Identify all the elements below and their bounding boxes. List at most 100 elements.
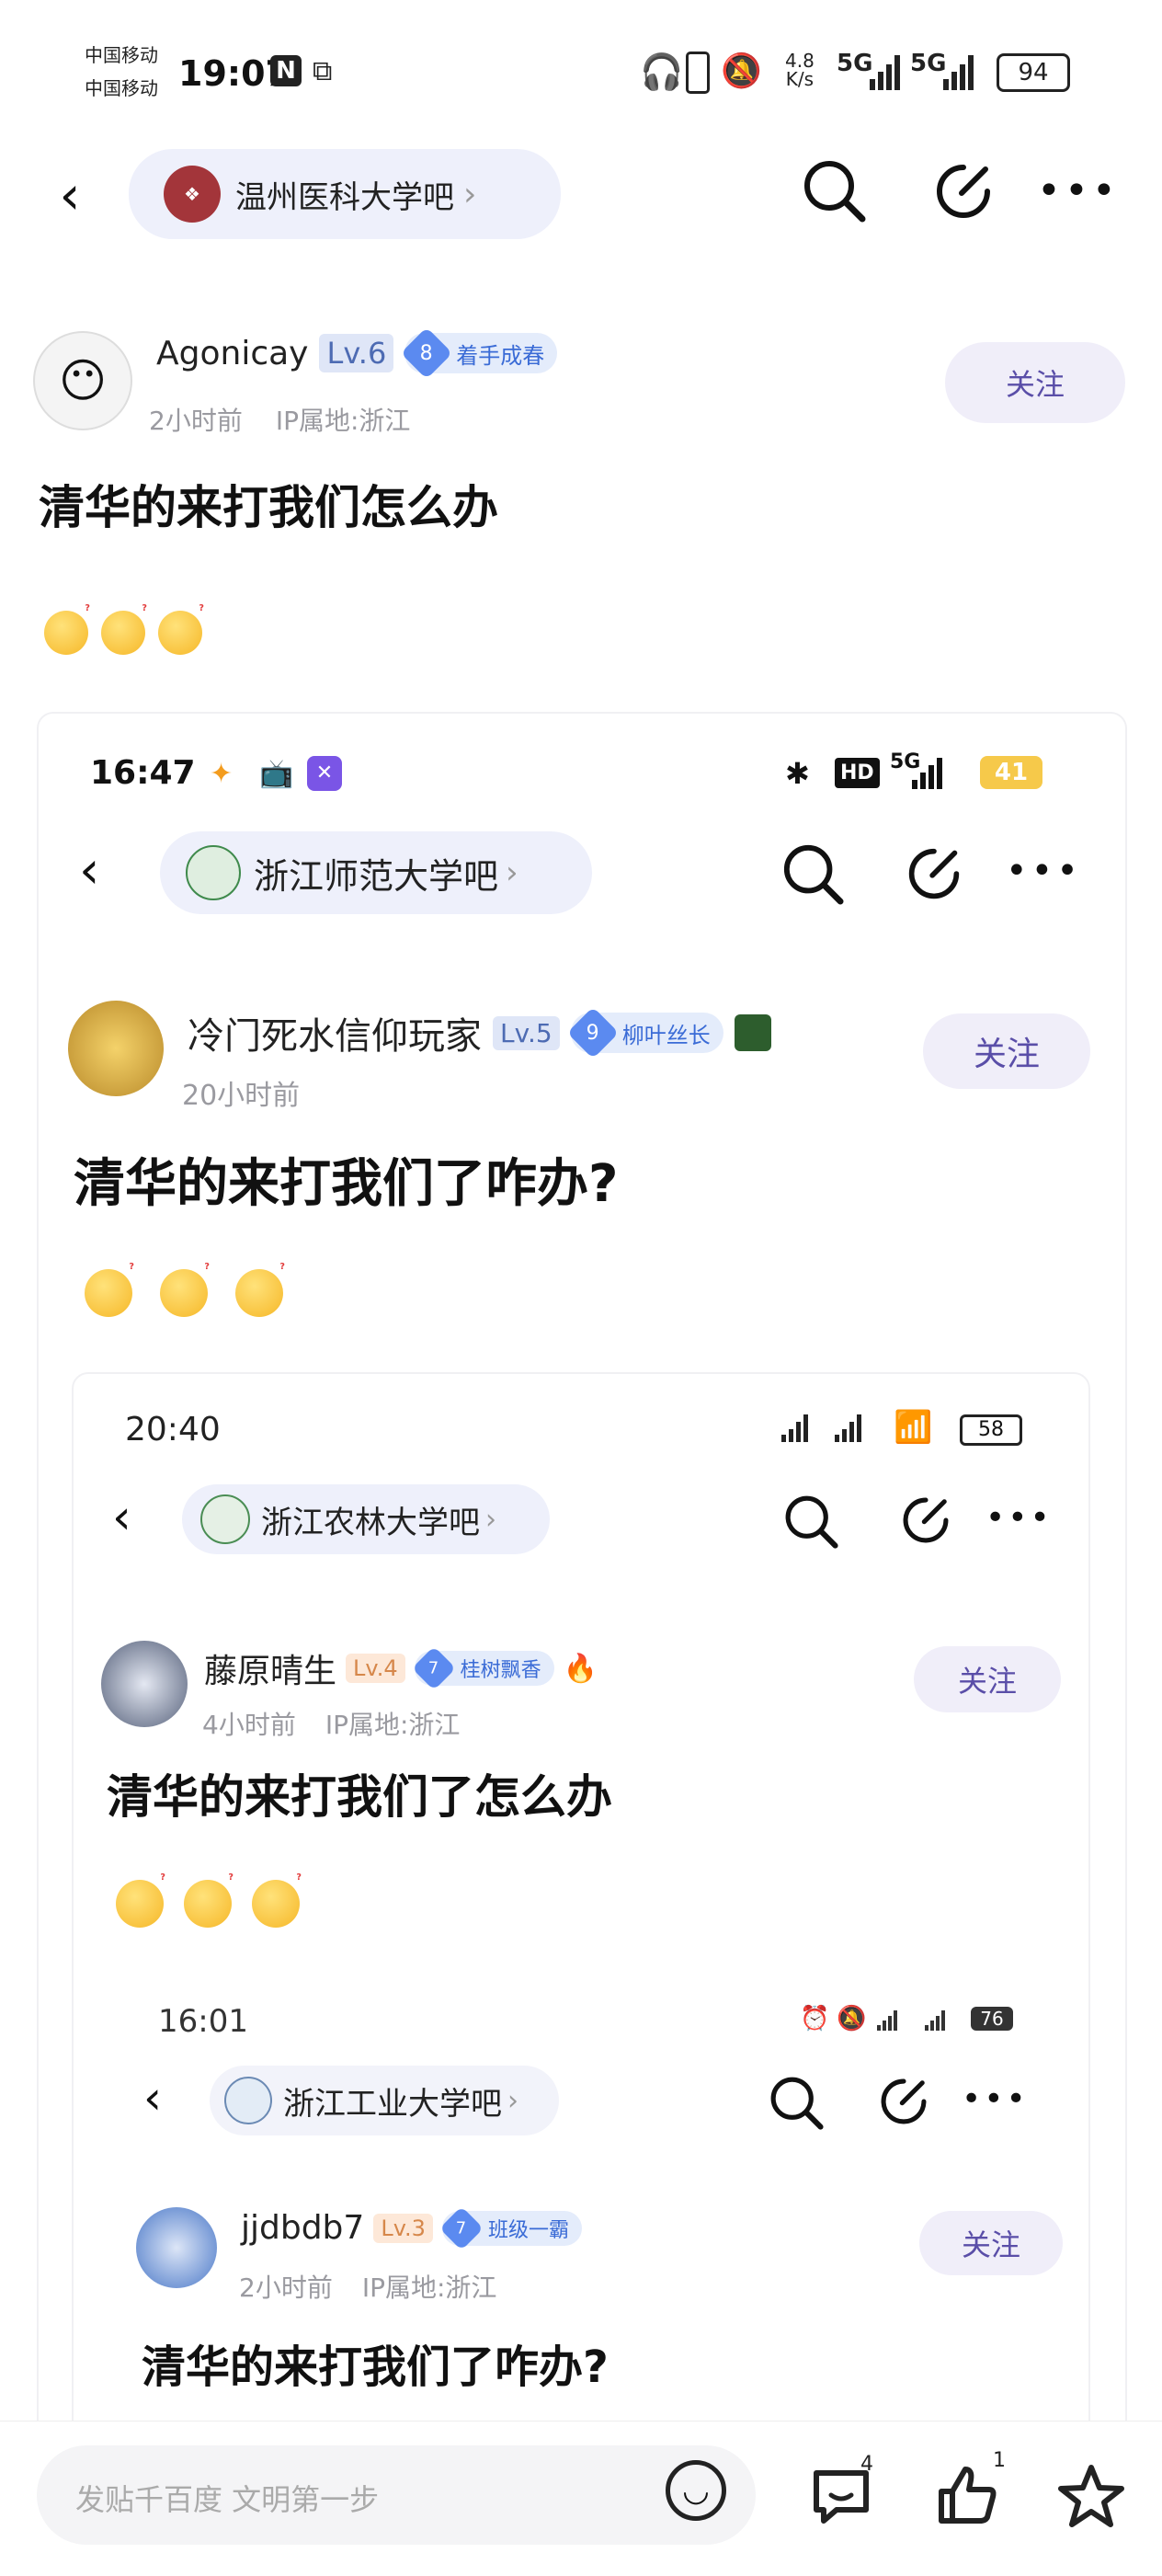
more-icon[interactable]: ••• [985,1499,1053,1537]
forum-name: 温州医科大学吧 [235,178,454,216]
forum-name: 浙江农林大学吧 [261,1504,480,1541]
signal-icon-2 [943,55,974,90]
avatar[interactable] [136,2207,217,2288]
emoji-icon[interactable]: ◡ [666,2460,726,2521]
forum-logo-icon [200,1494,250,1544]
post-time: 2小时前 [149,406,243,436]
forum-pill[interactable]: ❖ 温州医科大学吧 › [129,149,561,239]
comment-count: 4 [860,2453,873,2476]
thinking-emoji-icon [252,1872,302,1928]
search-icon[interactable] [781,842,844,909]
vibrate-icon [686,52,710,94]
back-button[interactable]: ‹ [143,2071,162,2124]
chevron-right-icon: › [463,175,477,213]
author-name[interactable]: Agonicay [156,335,308,372]
post-title: 清华的来打我们了咋办? [74,1154,619,1214]
gem-icon: 9 [566,1006,620,1059]
post-time: 20小时前 [182,1080,301,1112]
comment-icon[interactable]: 4 [809,2453,873,2532]
comment-input[interactable]: 发贴千百度 文明第一步 ◡ [37,2445,756,2545]
compose-icon[interactable] [879,2077,928,2130]
emoji-row [116,1872,302,1928]
level-badge: Lv.4 [346,1654,405,1683]
follow-button[interactable]: 关注 [923,1013,1090,1089]
net-type-1: 5G [837,50,873,77]
thinking-emoji-icon [235,1262,285,1317]
back-button[interactable]: ‹ [112,1490,131,1545]
embedded-screenshot[interactable]: 16:47 ✦ 📺 ✕ ✱ HD 5G 41 ‹ 浙江师范大学吧 › ••• 冷… [37,712,1127,2463]
more-icon[interactable]: ••• [962,2080,1029,2118]
author-name[interactable]: jjdbdb7 [241,2209,364,2247]
embedded-screenshot[interactable]: 20:40 📶 58 ‹ 浙江农林大学吧 › ••• 藤原晴生 Lv.4 7 桂… [72,1372,1090,2452]
app-icon: ✦ [210,758,234,790]
post-ip: IP属地:浙江 [361,2273,497,2303]
more-icon[interactable]: ••• [1006,850,1082,892]
author-name[interactable]: 冷门死水信仰玩家 [188,1006,482,1059]
post-ip: IP属地:浙江 [325,1710,461,1740]
level-badge: Lv.6 [319,334,394,372]
mute-bell-icon: 🔕 [837,2005,867,2032]
avatar[interactable] [101,1641,188,1727]
compose-icon[interactable] [934,162,990,218]
app2-icon: ✕ [307,756,342,791]
signal-icon [870,55,900,90]
post-time: 4小时前 [202,1710,296,1740]
forum-name: 浙江师范大学吧 [254,855,499,897]
search-icon[interactable] [802,158,866,223]
gem-icon: 8 [401,326,453,380]
back-button[interactable]: ‹ [79,841,99,900]
search-icon[interactable] [769,2075,824,2134]
post-ip: IP属地:浙江 [275,406,411,436]
star-icon[interactable] [1057,2462,1125,2534]
forum-pill[interactable]: 浙江工业大学吧 › [210,2066,559,2135]
like-count: 1 [993,2449,1006,2472]
bluetooth-icon: ✱ [785,756,810,791]
level-badge: Lv.5 [493,1015,560,1050]
mute-bell-icon: 🔕 [721,52,762,90]
nfc-icon: N [270,55,302,86]
signal-icon [877,2010,897,2031]
post-title: 清华的来打我们了咋办? [142,2341,609,2393]
post-time: 2小时前 [239,2273,333,2303]
compose-icon[interactable] [901,1495,951,1549]
forum-pill[interactable]: 浙江师范大学吧 › [160,831,592,914]
battery-indicator: 94 [997,53,1070,92]
signal-icon [912,758,942,789]
like-icon[interactable]: 1 [934,2449,1006,2532]
embedded-screenshot[interactable]: 16:01 ⏰ 🔕 76 ‹ 浙江工业大学吧 › ••• jjdbdb7 Lv.… [101,1963,1066,2441]
gem-icon: 7 [411,1645,456,1691]
forum-logo-icon [186,845,241,900]
search-icon[interactable] [783,1494,838,1552]
carrier-1: 中国移动 [85,44,158,66]
thinking-emoji-icon [101,603,147,655]
alarm-icon: ⏰ [800,2005,830,2032]
forum-pill[interactable]: 浙江农林大学吧 › [182,1484,550,1554]
title-badge: 9 柳叶丝长 [566,1006,723,1059]
shot3-time: 16:01 [158,2003,248,2040]
thinking-emoji-icon [158,603,204,655]
tv-icon: 📺 [259,758,294,790]
shot3-battery: 76 [971,2007,1013,2031]
avatar[interactable] [68,1001,164,1096]
back-button[interactable]: ‹ [42,164,97,226]
shot1-hd: HD [835,758,880,788]
title-badge: 8 着手成春 [401,326,558,380]
input-placeholder: 发贴千百度 文明第一步 [75,2482,380,2517]
signal-icon [781,1414,808,1442]
author-name[interactable]: 藤原晴生 [204,1644,336,1692]
more-icon[interactable]: ••• [1037,167,1120,214]
post-title: 清华的来打我们怎么办 [39,481,498,534]
carrier-2: 中国移动 [85,77,158,99]
follow-button[interactable]: 关注 [914,1646,1061,1712]
title-badge: 7 桂树飘香 [411,1645,554,1691]
net-speed-value: 4.8 [785,50,815,72]
net-type-2: 5G [910,50,947,77]
compose-icon[interactable] [906,846,962,905]
follow-button[interactable]: 关注 [919,2211,1063,2275]
follow-button[interactable]: 关注 [945,342,1125,423]
headphones-icon: 🎧 [640,52,684,92]
chevron-right-icon: › [507,2084,518,2117]
title-badge: 7 班级一霸 [439,2205,582,2250]
avatar[interactable]: 😶 [33,331,132,430]
post-title: 清华的来打我们了怎么办 [107,1770,612,1824]
